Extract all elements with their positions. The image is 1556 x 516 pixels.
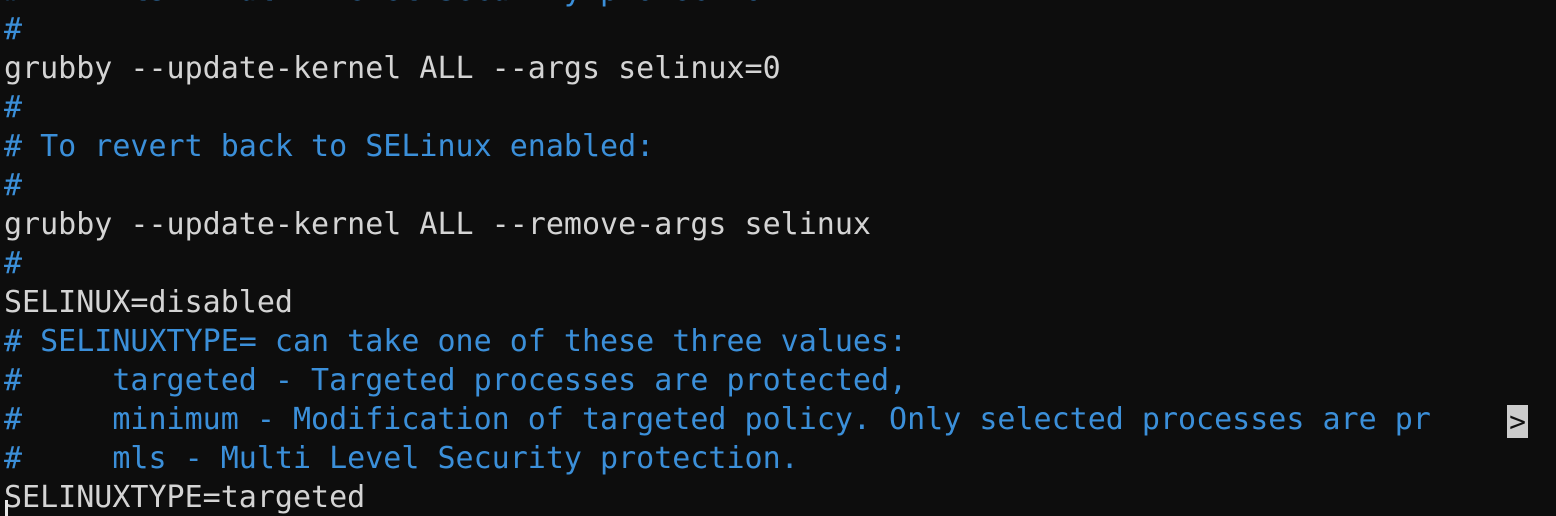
terminal-line: SELINUX=disabled <box>0 283 1556 322</box>
terminal-line: grubby --update-kernel ALL --args selinu… <box>0 49 1556 88</box>
terminal-line: # <box>0 166 1556 205</box>
terminal-line: # <box>0 10 1556 49</box>
terminal-line: # minimum - Modification of targeted pol… <box>0 400 1556 439</box>
terminal-line-text: # <box>4 168 23 203</box>
line-continuation-marker: > <box>1507 405 1528 438</box>
terminal-line: # targeted - Targeted processes are prot… <box>0 361 1556 400</box>
terminal-line-text: # mls - Multi Level Security protection. <box>4 0 799 10</box>
terminal-line-text: grubby --update-kernel ALL --args selinu… <box>4 51 781 86</box>
terminal-line: # mls - Multi Level Security protection. <box>0 0 1556 10</box>
terminal-line-text: grubby --update-kernel ALL --remove-args… <box>4 207 871 242</box>
terminal-line-text: SELINUXTYPE=targeted <box>4 480 366 515</box>
terminal-line-text: # mls - Multi Level Security protection. <box>4 441 799 476</box>
terminal-line: grubby --update-kernel ALL --remove-args… <box>0 205 1556 244</box>
terminal-line-text: # <box>4 246 23 281</box>
terminal-line: # <box>0 88 1556 127</box>
terminal-line: # mls - Multi Level Security protection. <box>0 439 1556 478</box>
terminal-line-text: # minimum - Modification of targeted pol… <box>4 402 1431 437</box>
terminal-line: # <box>0 244 1556 283</box>
text-cursor <box>5 500 8 516</box>
terminal-text-buffer: # mls - Multi Level Security protection.… <box>0 0 1556 516</box>
terminal-line: # To revert back to SELinux enabled: <box>0 127 1556 166</box>
terminal-line-text: SELINUX=disabled <box>4 285 293 320</box>
terminal-line-text: # <box>4 90 23 125</box>
terminal-line-text: # To revert back to SELinux enabled: <box>4 129 655 164</box>
terminal-line: SELINUXTYPE=targeted <box>0 478 1556 516</box>
terminal-window[interactable]: # mls - Multi Level Security protection.… <box>0 0 1556 516</box>
terminal-line-text: # SELINUXTYPE= can take one of these thr… <box>4 324 908 359</box>
terminal-line: # SELINUXTYPE= can take one of these thr… <box>0 322 1556 361</box>
terminal-line-text: # <box>4 12 23 47</box>
terminal-line-text: # targeted - Targeted processes are prot… <box>4 363 908 398</box>
